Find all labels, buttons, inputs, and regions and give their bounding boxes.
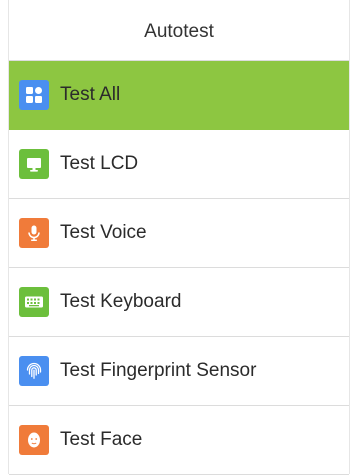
- monitor-icon: [19, 149, 49, 179]
- menu-item-test-face[interactable]: Test Face: [9, 406, 349, 475]
- menu-item-label: Test All: [60, 84, 121, 105]
- page-title: Autotest: [9, 0, 349, 61]
- grid-apps-icon: [19, 80, 49, 110]
- autotest-menu-list: Test All Test LCD Test Voice Test Keyboa…: [9, 61, 349, 475]
- menu-item-test-keyboard[interactable]: Test Keyboard: [9, 268, 349, 337]
- menu-item-label: Test Keyboard: [60, 291, 182, 312]
- keyboard-icon: [19, 287, 49, 317]
- menu-item-label: Test Face: [60, 429, 143, 450]
- menu-item-test-fingerprint-sensor[interactable]: Test Fingerprint Sensor: [9, 337, 349, 406]
- autotest-screen: Autotest Test All Test LCD Test Voice Te…: [8, 0, 350, 475]
- menu-item-test-voice[interactable]: Test Voice: [9, 199, 349, 268]
- menu-item-label: Test Voice: [60, 222, 147, 243]
- menu-item-test-all[interactable]: Test All: [9, 61, 349, 130]
- fingerprint-icon: [19, 356, 49, 386]
- menu-item-label: Test Fingerprint Sensor: [60, 360, 257, 381]
- menu-item-label: Test LCD: [60, 153, 139, 174]
- microphone-icon: [19, 218, 49, 248]
- menu-item-test-lcd[interactable]: Test LCD: [9, 130, 349, 199]
- face-icon: [19, 425, 49, 455]
